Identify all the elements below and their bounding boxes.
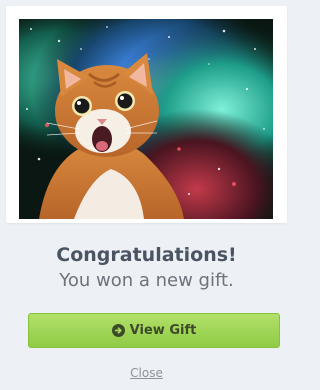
congratulations-title: Congratulations! bbox=[56, 244, 237, 266]
view-gift-button[interactable]: View Gift bbox=[28, 313, 280, 348]
gift-subtitle: You won a new gift. bbox=[59, 270, 234, 291]
hero-image bbox=[19, 19, 273, 219]
close-link[interactable]: Close bbox=[0, 366, 293, 380]
arrow-circle-right-icon bbox=[111, 324, 125, 337]
cat-space-illustration bbox=[19, 19, 273, 219]
hero-image-card bbox=[6, 6, 287, 223]
gift-popup: Congratulations! You won a new gift. Vie… bbox=[0, 0, 293, 390]
view-gift-label: View Gift bbox=[129, 323, 197, 338]
